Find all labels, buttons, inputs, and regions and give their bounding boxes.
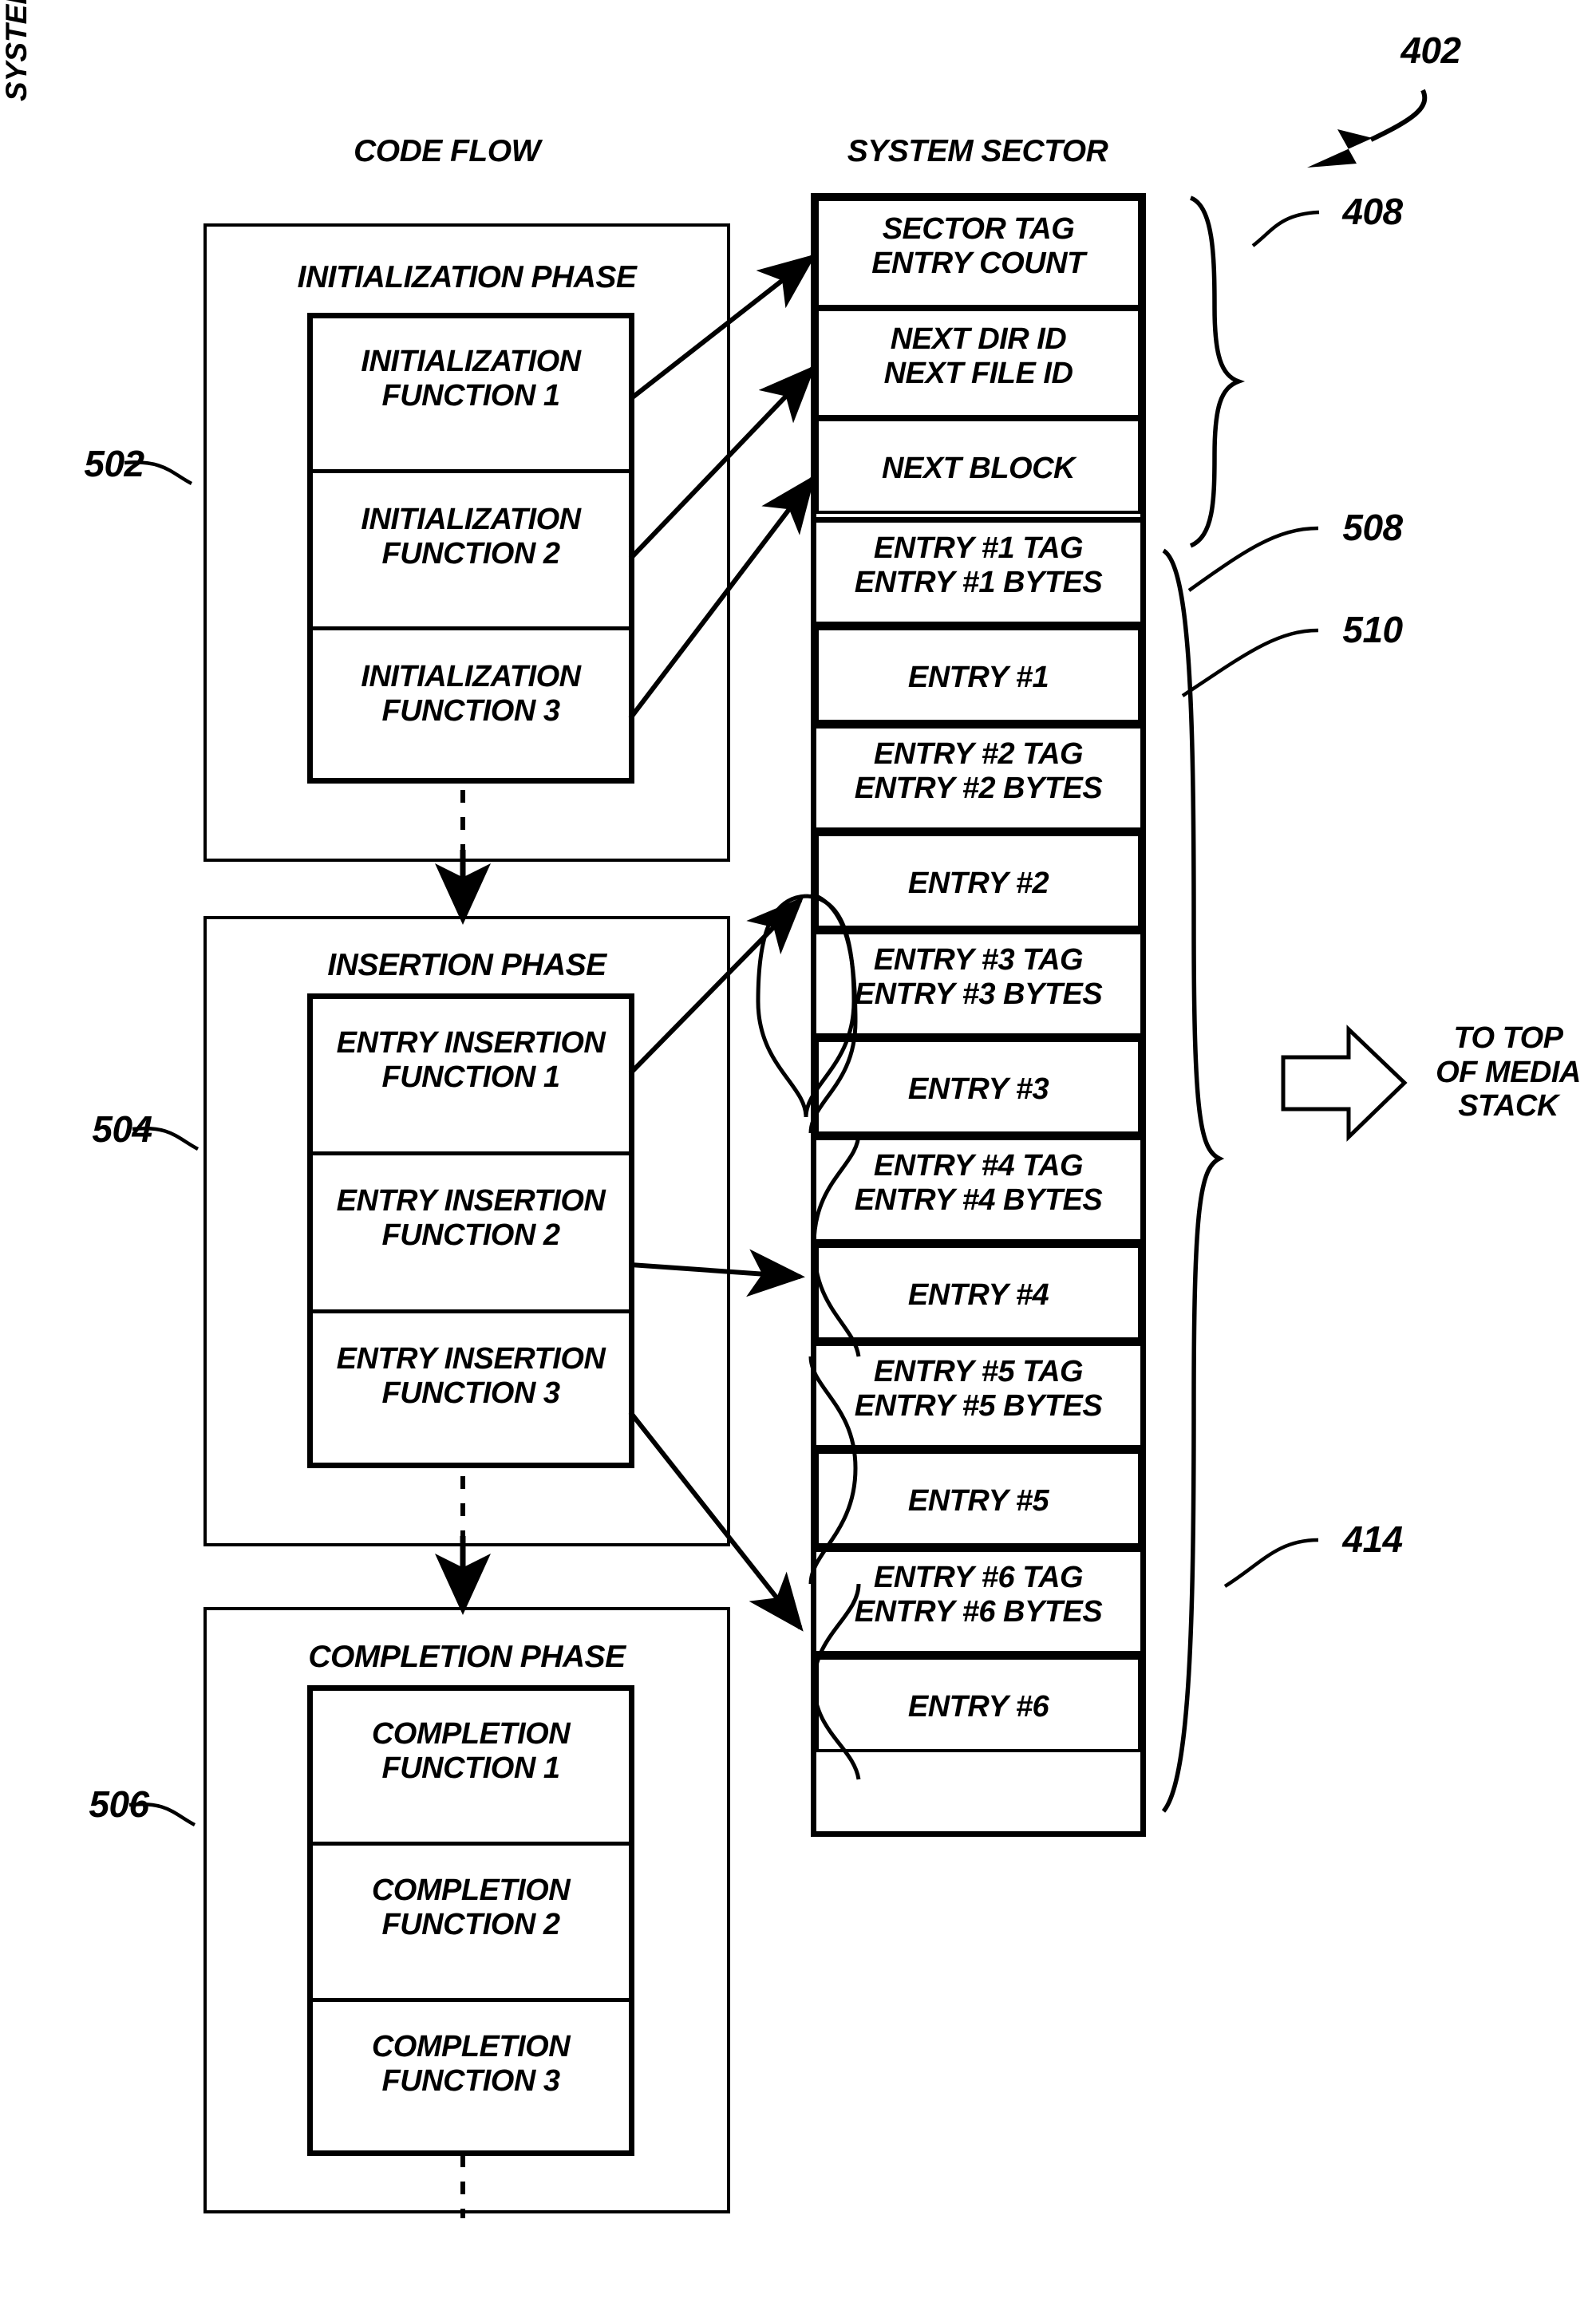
function-initialization-2: INITIALIZATION FUNCTION 2 [361, 503, 581, 571]
label-next-block: NEXT BLOCK [882, 452, 1076, 485]
ref-502: 502 [84, 443, 144, 484]
ref-414: 414 [1342, 1518, 1403, 1560]
function-completion-3: COMPLETION FUNCTION 3 [371, 2030, 571, 2098]
bracket-system-sector-entries [1161, 548, 1225, 1813]
function-completion-2: COMPLETION FUNCTION 2 [371, 1874, 571, 1941]
bracket-label-system-sector-entries: SYSTEM SECTOR ENTRIES [0, 0, 33, 101]
leader-414 [1223, 1538, 1319, 1588]
function-initialization-3: INITIALIZATION FUNCTION 3 [361, 660, 581, 728]
bracket-label-system-sector-entries-text: SYSTEM SECTOR ENTRIES [0, 0, 33, 101]
label-sector-tag-entry-count: SECTOR TAG ENTRY COUNT [871, 212, 1085, 280]
label-entry-3-tag-bytes: ENTRY #3 TAG ENTRY #3 BYTES [854, 943, 1103, 1011]
ref-510: 510 [1342, 609, 1403, 650]
label-entry-1: ENTRY #1 [907, 661, 1049, 694]
leader-408 [1251, 210, 1320, 247]
label-entry-2-tag-bytes: ENTRY #2 TAG ENTRY #2 BYTES [854, 737, 1103, 805]
divider-init-1 [310, 469, 632, 473]
function-entry-insertion-1: ENTRY INSERTION FUNCTION 1 [336, 1026, 606, 1094]
label-entry-5: ENTRY #5 [907, 1484, 1049, 1518]
media-stack-block-arrow [1281, 1025, 1408, 1142]
divider-complete-1 [310, 1842, 632, 1846]
bracket-system-sector-header [1189, 195, 1246, 548]
function-completion-1: COMPLETION FUNCTION 1 [371, 1717, 571, 1785]
divider-insert-1 [310, 1151, 632, 1155]
figure-ref-402: 402 [1400, 30, 1461, 71]
patent-figure-page: CODE FLOW SYSTEM SECTOR 402 INITIALIZATI… [0, 0, 1596, 2310]
ref-408: 408 [1342, 191, 1403, 232]
figure-ref-402-arrow [1307, 89, 1428, 168]
label-entry-3: ENTRY #3 [907, 1072, 1049, 1106]
function-entry-insertion-2: ENTRY INSERTION FUNCTION 2 [336, 1184, 606, 1252]
leader-508 [1187, 526, 1319, 592]
function-entry-insertion-3: ENTRY INSERTION FUNCTION 3 [336, 1342, 606, 1410]
label-entry-1-tag-bytes: ENTRY #1 TAG ENTRY #1 BYTES [854, 531, 1103, 599]
divider-init-2 [310, 626, 632, 630]
label-entry-4: ENTRY #4 [907, 1278, 1049, 1312]
label-entry-5-tag-bytes: ENTRY #5 TAG ENTRY #5 BYTES [854, 1355, 1103, 1423]
column-title-code-flow: CODE FLOW [354, 134, 540, 168]
label-entry-6-tag-bytes: ENTRY #6 TAG ENTRY #6 BYTES [854, 1561, 1103, 1629]
ref-504: 504 [92, 1108, 152, 1150]
divider-complete-2 [310, 1998, 632, 2002]
leader-510 [1181, 628, 1319, 697]
ref-506: 506 [89, 1783, 149, 1825]
label-to-top-of-media-stack: TO TOP OF MEDIA STACK [1436, 1021, 1581, 1123]
label-entry-6: ENTRY #6 [907, 1690, 1049, 1724]
ref-508: 508 [1342, 507, 1403, 548]
phase-title-initialization: INITIALIZATION PHASE [297, 260, 637, 294]
label-entry-2: ENTRY #2 [907, 867, 1049, 900]
divider-insert-2 [310, 1309, 632, 1313]
phase-title-insertion: INSERTION PHASE [327, 948, 606, 982]
function-initialization-1: INITIALIZATION FUNCTION 1 [361, 345, 581, 413]
phase-title-completion: COMPLETION PHASE [308, 1640, 626, 1674]
label-entry-4-tag-bytes: ENTRY #4 TAG ENTRY #4 BYTES [854, 1149, 1103, 1217]
column-title-system-sector: SYSTEM SECTOR [847, 134, 1108, 168]
label-next-dir-file-id: NEXT DIR ID NEXT FILE ID [883, 322, 1073, 390]
